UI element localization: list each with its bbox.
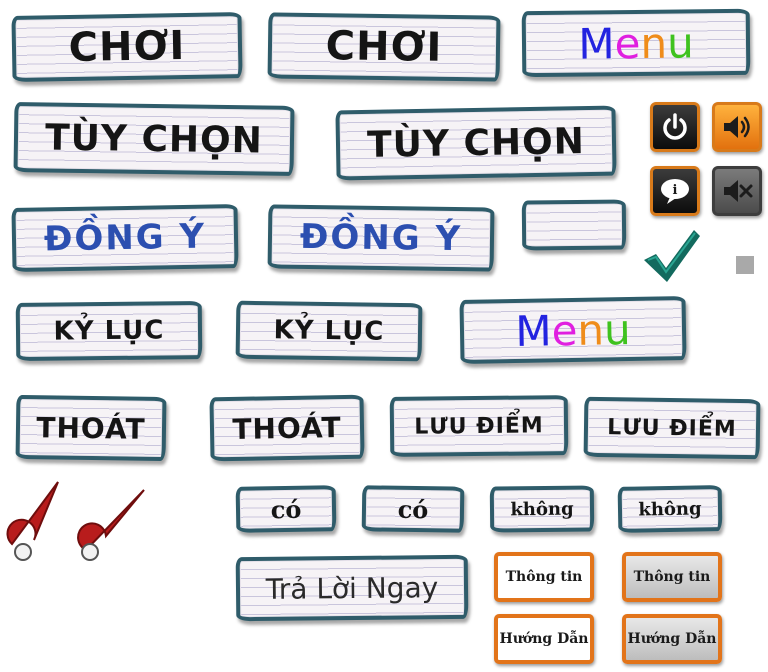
- speaker-muted-icon: [724, 180, 753, 202]
- save-score-button-label: LƯU ĐIỂM: [414, 412, 544, 440]
- info-text-button-label: Thông tin: [505, 569, 583, 585]
- menu-letter-m: M: [578, 18, 615, 69]
- agree-button-alt[interactable]: ĐỒNG Ý: [267, 204, 495, 272]
- agree-button-alt-label: ĐỒNG Ý: [299, 216, 463, 260]
- menu-letter-u: u: [666, 17, 694, 68]
- yes-button-alt-label: có: [397, 494, 429, 524]
- menu-letter-e: e: [614, 18, 641, 68]
- exit-button-alt[interactable]: THOÁT: [209, 394, 365, 462]
- save-score-button-alt-label: LƯU ĐIỂM: [607, 414, 737, 442]
- no-button[interactable]: không: [489, 485, 595, 533]
- power-button[interactable]: [650, 102, 700, 152]
- info-glyph: i: [673, 183, 678, 198]
- blank-button[interactable]: [521, 199, 627, 251]
- info-text-button-alt-label: Thông tin: [633, 569, 711, 585]
- power-icon: [663, 113, 687, 140]
- menu-alt-letter-m: M: [514, 305, 553, 356]
- guide-button-label: Hướng Dẫn: [499, 631, 589, 647]
- options-button-alt-label: TÙY CHỌN: [366, 120, 586, 166]
- yes-button-alt[interactable]: có: [361, 485, 465, 533]
- clock-hand-icon: [6, 481, 59, 561]
- sound-off-button[interactable]: [712, 166, 762, 216]
- record-button-alt-label: KỶ LỤC: [273, 315, 385, 347]
- no-button-alt-label: không: [638, 497, 702, 521]
- gray-square: [736, 256, 754, 274]
- info-text-button[interactable]: Thông tin: [494, 552, 594, 602]
- menu-alt-letter-u: u: [603, 304, 632, 354]
- play-button-alt[interactable]: CHƠI: [267, 12, 501, 82]
- no-button-alt[interactable]: không: [617, 485, 723, 533]
- menu-button-label: Menu: [578, 18, 694, 68]
- options-button-alt[interactable]: TÙY CHỌN: [335, 105, 617, 181]
- answer-now-button-label: Trả Lời Ngay: [265, 570, 439, 606]
- play-button[interactable]: CHƠI: [11, 11, 243, 83]
- guide-button[interactable]: Hướng Dẫn: [494, 614, 594, 664]
- exit-button-alt-label: THOÁT: [232, 410, 342, 446]
- menu-button-alt-label: Menu: [515, 304, 631, 355]
- exit-button[interactable]: THOÁT: [15, 394, 167, 462]
- agree-button-label: ĐỒNG Ý: [43, 216, 207, 260]
- guide-button-alt[interactable]: Hướng Dẫn: [622, 614, 722, 664]
- guide-button-alt-label: Hướng Dẫn: [627, 631, 717, 647]
- yes-button[interactable]: có: [235, 485, 337, 533]
- play-button-alt-label: CHƠI: [325, 23, 443, 71]
- menu-alt-letter-n: n: [576, 304, 605, 355]
- play-button-label: CHƠI: [68, 22, 186, 72]
- clock-hand-icon-alt: [77, 489, 145, 561]
- yes-button-label: có: [270, 494, 302, 524]
- sound-on-button[interactable]: [712, 102, 762, 152]
- menu-button-alt[interactable]: Menu: [459, 296, 687, 364]
- options-button-label: TÙY CHỌN: [44, 116, 264, 162]
- info-button[interactable]: i: [650, 166, 700, 216]
- menu-letter-n: n: [640, 18, 668, 68]
- checkmark-icon: [644, 230, 700, 282]
- agree-button[interactable]: ĐỒNG Ý: [11, 204, 239, 272]
- info-bubble-icon: i: [661, 179, 689, 204]
- save-score-button[interactable]: LƯU ĐIỂM: [389, 395, 569, 457]
- record-button-alt[interactable]: KỶ LỤC: [235, 300, 423, 362]
- save-score-button-alt[interactable]: LƯU ĐIỂM: [583, 396, 761, 460]
- options-button[interactable]: TÙY CHỌN: [13, 102, 295, 176]
- menu-alt-letter-e: e: [551, 305, 578, 355]
- info-text-button-alt[interactable]: Thông tin: [622, 552, 722, 602]
- no-button-label: không: [510, 498, 574, 520]
- record-button-label: KỶ LỤC: [53, 315, 165, 347]
- record-button[interactable]: KỶ LỤC: [15, 301, 203, 361]
- speaker-on-icon: [724, 116, 750, 138]
- exit-button-label: THOÁT: [36, 410, 146, 446]
- menu-button[interactable]: Menu: [521, 8, 751, 78]
- answer-now-button[interactable]: Trả Lời Ngay: [235, 554, 469, 622]
